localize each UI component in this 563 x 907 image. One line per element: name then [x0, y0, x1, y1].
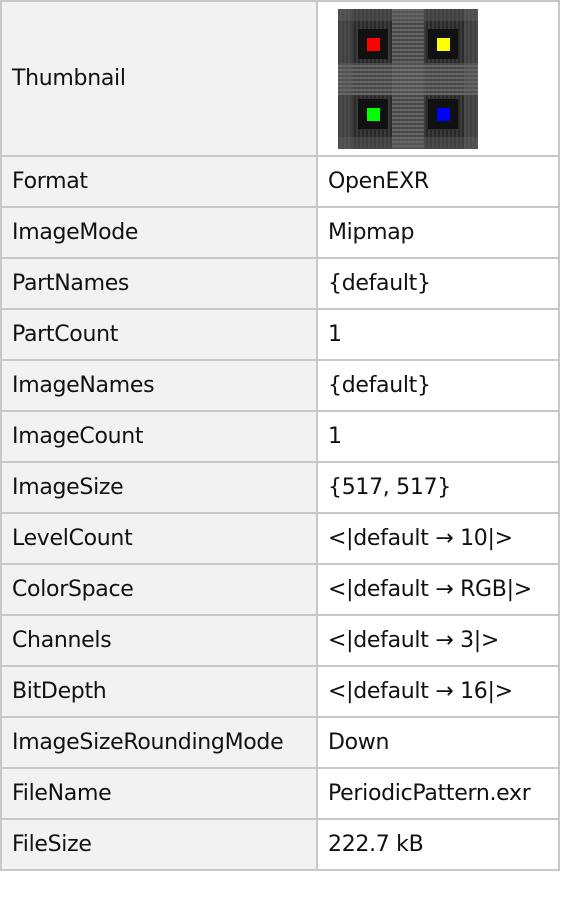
property-key: ColorSpace: [0, 563, 318, 616]
table-row: ImageSizeRoundingMode Down: [0, 716, 560, 769]
table-row: BitDepth <|default → 16|>: [0, 665, 560, 718]
table-row: ImageMode Mipmap: [0, 206, 560, 259]
property-key: ImageNames: [0, 359, 318, 412]
property-key: Thumbnail: [0, 0, 318, 157]
property-key: FileName: [0, 767, 318, 820]
property-value: {default}: [316, 257, 560, 310]
property-key: Format: [0, 155, 318, 208]
table-row: FileName PeriodicPattern.exr: [0, 767, 560, 820]
table-row: PartCount 1: [0, 308, 560, 361]
red-dot: [367, 37, 380, 51]
property-key: FileSize: [0, 818, 318, 871]
property-value: <|default → 16|>: [316, 665, 560, 718]
property-key: ImageMode: [0, 206, 318, 259]
table-row: ImageCount 1: [0, 410, 560, 463]
property-value: 1: [316, 410, 560, 463]
blue-dot: [437, 107, 450, 121]
thumbnail-image: [338, 8, 478, 149]
property-key: BitDepth: [0, 665, 318, 718]
green-dot: [367, 107, 380, 121]
property-value: PeriodicPattern.exr: [316, 767, 560, 820]
property-key: ImageSize: [0, 461, 318, 514]
table-row: PartNames {default}: [0, 257, 560, 310]
table-row: Thumbnail: [0, 0, 560, 157]
property-key: PartNames: [0, 257, 318, 310]
property-value: 1: [316, 308, 560, 361]
property-value: {517, 517}: [316, 461, 560, 514]
table-row: FileSize 222.7 kB: [0, 818, 560, 871]
property-key: ImageSizeRoundingMode: [0, 716, 318, 769]
property-value: Down: [316, 716, 560, 769]
table-row: Channels <|default → 3|>: [0, 614, 560, 667]
property-value: OpenEXR: [316, 155, 560, 208]
table-row: ColorSpace <|default → RGB|>: [0, 563, 560, 616]
thumbnail-cell: [316, 0, 560, 157]
table-row: Format OpenEXR: [0, 155, 560, 208]
property-key: PartCount: [0, 308, 318, 361]
table-row: ImageNames {default}: [0, 359, 560, 412]
yellow-dot: [437, 37, 450, 51]
table-row: LevelCount <|default → 10|>: [0, 512, 560, 565]
property-key: ImageCount: [0, 410, 318, 463]
property-value: {default}: [316, 359, 560, 412]
table-row: ImageSize {517, 517}: [0, 461, 560, 514]
property-value: <|default → 3|>: [316, 614, 560, 667]
property-key: LevelCount: [0, 512, 318, 565]
property-value: 222.7 kB: [316, 818, 560, 871]
properties-table: Thumbnail Format OpenEXR ImageMode Mipma…: [0, 0, 560, 871]
property-value: <|default → 10|>: [316, 512, 560, 565]
property-value: <|default → RGB|>: [316, 563, 560, 616]
property-value: Mipmap: [316, 206, 560, 259]
property-key: Channels: [0, 614, 318, 667]
